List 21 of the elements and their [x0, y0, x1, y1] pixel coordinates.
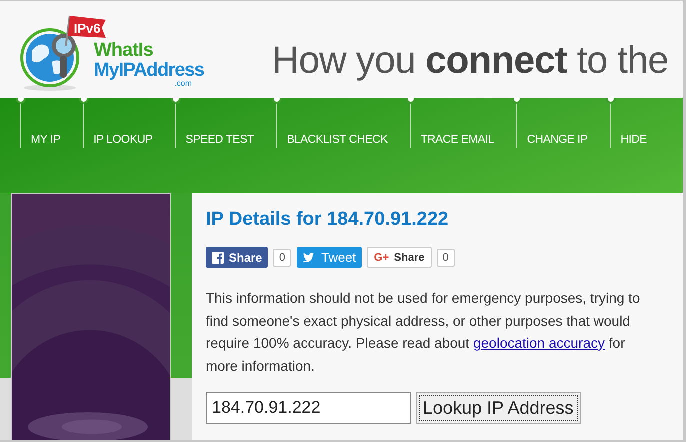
logo[interactable]: IPv6 WhatIs MyIPAddress .com [10, 6, 210, 96]
nav-link[interactable]: BLACKLIST CHECK [277, 133, 388, 147]
nav-link[interactable]: CHANGE IP [517, 133, 588, 147]
tagline: How you connect to the [272, 40, 669, 83]
nav-link[interactable]: SPEED TEST [176, 133, 254, 147]
nav-link[interactable]: TRACE EMAIL [410, 133, 494, 147]
lookup-button[interactable]: Lookup IP Address [416, 392, 581, 424]
page-heading: IP Details for 184.70.91.222 [206, 209, 450, 231]
share-count: 0 [436, 248, 455, 266]
share-count: 0 [273, 248, 292, 266]
nav-link[interactable]: HIDE [610, 133, 648, 147]
tweet-button[interactable]: Tweet [297, 247, 362, 268]
nav-link[interactable]: MY IP [21, 133, 61, 147]
bird-icon [303, 252, 316, 263]
google-share-button[interactable]: G+ Share [367, 247, 432, 268]
ip-input-field[interactable]: 184.70.91.222 [206, 392, 411, 424]
geolocation-link[interactable]: geolocation accuracy [473, 335, 605, 351]
facebook-share-button[interactable]: Share [206, 247, 268, 268]
notice-text: This information should not be used for emergency purposes, trying to find someone's exact physical address, or other purposes that would require 100% accuracy. Please read about geolocation accuracy for more information. [206, 289, 642, 376]
nav-link[interactable]: IP LOOKUP [84, 133, 153, 147]
facebook-icon [212, 252, 224, 264]
